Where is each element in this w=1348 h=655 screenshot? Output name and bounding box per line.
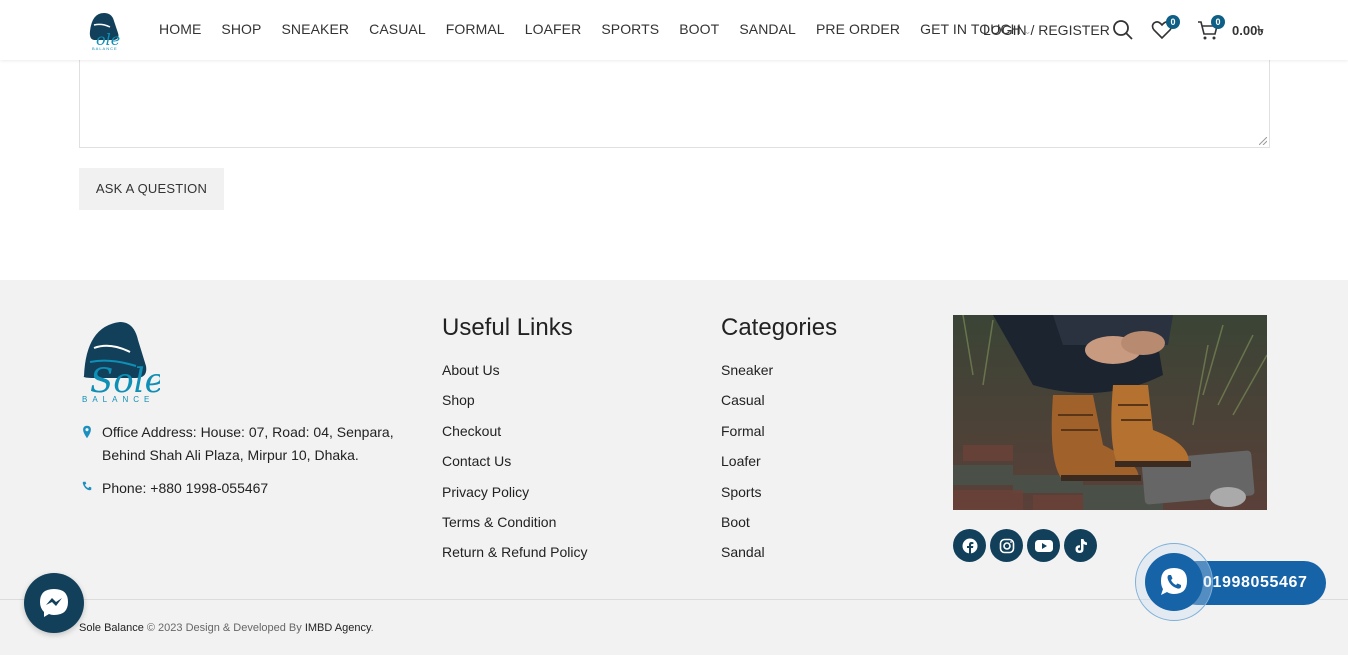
ask-question-button[interactable]: ASK A QUESTION [79,168,224,210]
messenger-icon [40,589,68,617]
phone-text[interactable]: Phone: +880 1998-055467 [102,477,268,500]
category-sandal[interactable]: Sandal [721,544,773,574]
instagram-icon[interactable] [990,529,1023,562]
copyright-mid: 2023 Design & Developed By [155,622,305,634]
nav-shop[interactable]: SHOP [221,21,261,37]
copyright-agency[interactable]: IMBD Agency [305,622,371,634]
resize-handle-icon[interactable] [1259,137,1267,145]
cart-total[interactable]: 0.00৳ [1232,22,1264,43]
nav-casual[interactable]: CASUAL [369,21,426,37]
useful-links-title: Useful Links [442,314,573,341]
nav-boot[interactable]: BOOT [679,21,719,37]
categories-list: Sneaker Casual Formal Loafer Sports Boot… [721,362,773,575]
office-address: Office Address: House: 07, Road: 04, Sen… [80,421,400,467]
nav-formal[interactable]: FORMAL [446,21,505,37]
link-privacy-policy[interactable]: Privacy Policy [442,484,588,514]
messenger-chat-button[interactable] [24,573,84,633]
copyright-text: Sole Balance © 2023 Design & Developed B… [79,622,374,634]
link-shop[interactable]: Shop [442,392,588,422]
copyright-icon: © [143,622,155,634]
copyright-brand[interactable]: Sole Balance [79,622,144,634]
facebook-icon[interactable] [953,529,986,562]
category-boot[interactable]: Boot [721,514,773,544]
youtube-icon[interactable] [1027,529,1060,562]
map-pin-icon [83,425,91,439]
nav-sports[interactable]: SPORTS [601,21,659,37]
question-textarea[interactable] [79,55,1270,148]
sole-balance-logo[interactable]: ole BALANCE [84,9,126,51]
categories-title: Categories [721,314,838,341]
link-checkout[interactable]: Checkout [442,423,588,453]
category-loafer[interactable]: Loafer [721,453,773,483]
search-icon[interactable] [1111,18,1135,42]
nav-home[interactable]: HOME [159,21,201,37]
phone-icon [82,481,92,491]
copyright-end: . [370,622,374,634]
nav-sandal[interactable]: SANDAL [739,21,796,37]
wishlist-count-badge: 0 [1166,15,1180,29]
social-links [953,529,1097,562]
link-about-us[interactable]: About Us [442,362,588,392]
link-contact-us[interactable]: Contact Us [442,453,588,483]
cart-count-badge: 0 [1211,15,1225,29]
svg-text:BALANCE: BALANCE [82,395,154,402]
useful-links-list: About Us Shop Checkout Contact Us Privac… [442,362,588,575]
login-register-link[interactable]: LOGIN / REGISTER [983,22,1110,38]
category-casual[interactable]: Casual [721,392,773,422]
phone-number: Phone: +880 1998-055467 [80,477,268,500]
whatsapp-icon[interactable] [1145,553,1203,611]
footer-logo[interactable]: Sole BALANCE [80,318,160,402]
link-return-refund[interactable]: Return & Refund Policy [442,544,588,574]
tiktok-icon[interactable] [1064,529,1097,562]
site-header: ole BALANCE HOME SHOP SNEAKER CASUAL FOR… [0,0,1348,60]
category-sports[interactable]: Sports [721,484,773,514]
office-address-text: Office Address: House: 07, Road: 04, Sen… [102,424,394,463]
nav-sneaker[interactable]: SNEAKER [281,21,349,37]
main-nav: HOME SHOP SNEAKER CASUAL FORMAL LOAFER S… [159,21,1052,37]
boots-photo [953,315,1267,510]
category-formal[interactable]: Formal [721,423,773,453]
nav-pre-order[interactable]: PRE ORDER [816,21,900,37]
svg-text:BALANCE: BALANCE [92,46,118,51]
link-terms-condition[interactable]: Terms & Condition [442,514,588,544]
category-sneaker[interactable]: Sneaker [721,362,773,392]
nav-loafer[interactable]: LOAFER [525,21,582,37]
